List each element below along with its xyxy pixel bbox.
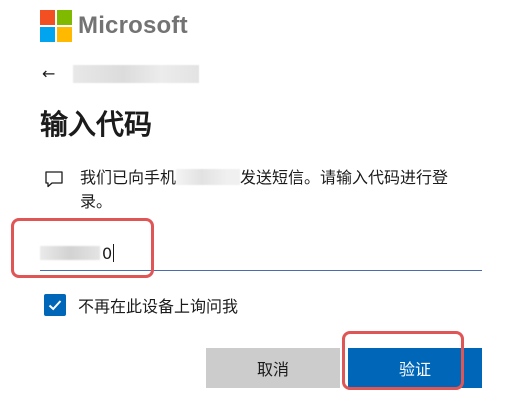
- checkmark-icon: [48, 300, 62, 311]
- text-caret: [113, 244, 115, 262]
- verify-button[interactable]: 验证: [348, 348, 482, 388]
- sign-in-page: Microsoft ← 输入代码 我们已向手机 发送短信。请输入代码进行登录。 0…: [0, 0, 506, 419]
- sms-message-text: 我们已向手机 发送短信。请输入代码进行登录。: [80, 166, 474, 214]
- masked-account: [73, 65, 200, 83]
- keep-signed-in-row[interactable]: 不再在此设备上询问我: [44, 293, 238, 317]
- code-input[interactable]: 0: [40, 236, 482, 271]
- masked-phone: [176, 169, 241, 185]
- sms-text-before: 我们已向手机: [80, 168, 177, 187]
- masked-code: [40, 246, 100, 260]
- arrow-left-icon[interactable]: ←: [42, 64, 55, 84]
- microsoft-logo-icon: [40, 10, 72, 42]
- chat-bubble-icon: [44, 169, 66, 214]
- microsoft-brand: Microsoft: [40, 10, 188, 42]
- keep-signed-in-label: 不再在此设备上询问我: [78, 297, 239, 316]
- cancel-button[interactable]: 取消: [206, 348, 340, 388]
- brand-name: Microsoft: [78, 12, 188, 39]
- keep-signed-in-checkbox[interactable]: [44, 294, 66, 316]
- page-title: 输入代码: [40, 108, 153, 141]
- sms-message: 我们已向手机 发送短信。请输入代码进行登录。: [44, 166, 474, 214]
- code-input-value: 0: [102, 243, 113, 263]
- back-row: ←: [42, 64, 200, 84]
